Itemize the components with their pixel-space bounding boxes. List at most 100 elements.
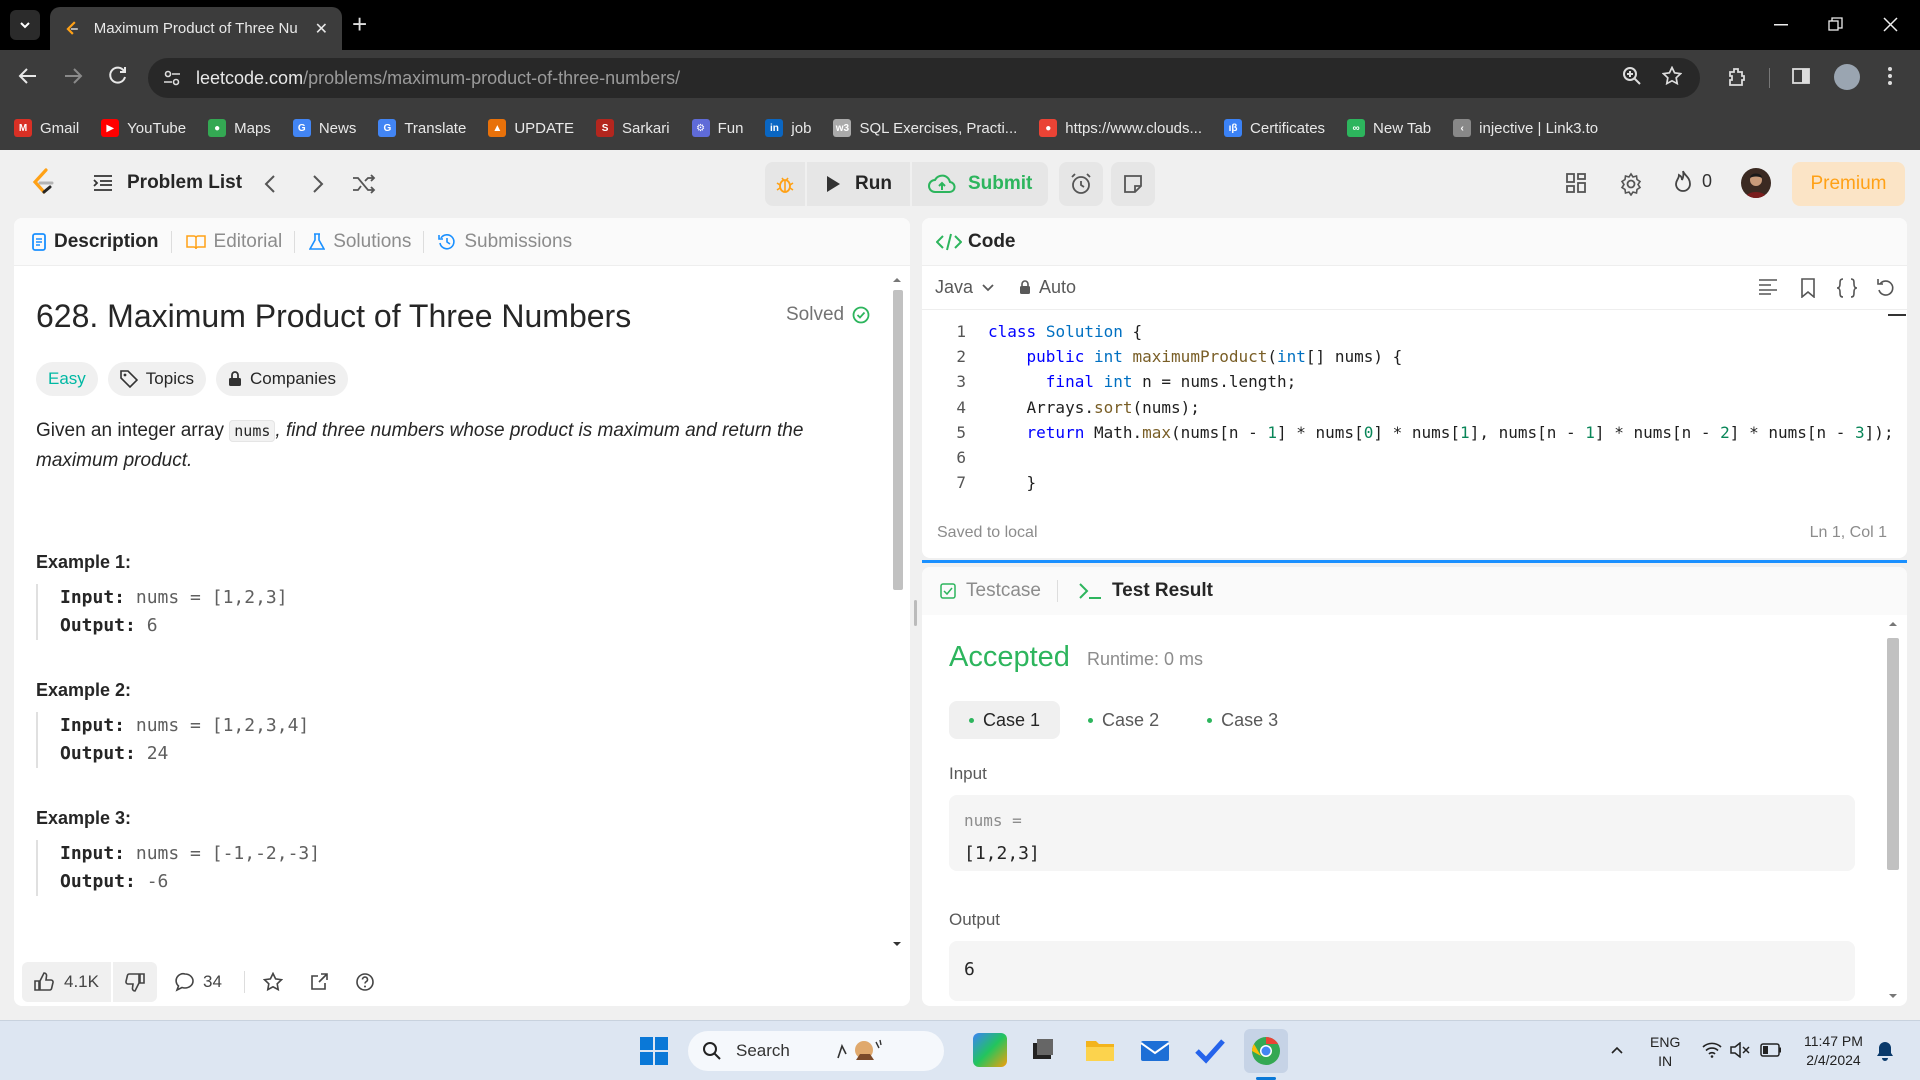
tab-solutions[interactable]: Solutions <box>309 230 425 253</box>
leetcode-logo-icon[interactable] <box>30 168 56 198</box>
bookmark-item[interactable]: w3 SQL Exercises, Practi... <box>833 119 1017 137</box>
bookmark-item[interactable]: ▲ UPDATE <box>488 119 574 137</box>
result-scroll-thumb[interactable] <box>1887 638 1899 870</box>
code-editor[interactable]: 1 class Solution {2 public int maximumPro… <box>922 322 1907 497</box>
tab-testcase[interactable]: Testcase <box>940 580 1058 602</box>
file-explorer-icon[interactable] <box>1083 1033 1117 1067</box>
copilot-app-icon[interactable] <box>973 1033 1007 1067</box>
youtube-icon: ▶ <box>101 119 120 137</box>
horizontal-resize-handle[interactable] <box>922 560 1907 563</box>
submit-button[interactable]: Submit <box>912 162 1048 206</box>
next-problem-icon[interactable] <box>312 174 324 194</box>
format-lines-icon[interactable] <box>1758 278 1778 296</box>
scroll-up-arrow-icon[interactable] <box>1886 620 1900 628</box>
tab-search-button[interactable] <box>10 10 40 40</box>
tab-submissions[interactable]: Submissions <box>438 231 584 253</box>
scroll-up-arrow-icon[interactable] <box>890 276 904 284</box>
help-button[interactable] <box>355 972 383 992</box>
extensions-icon[interactable] <box>1726 66 1748 88</box>
notes-button[interactable] <box>1111 162 1155 206</box>
taskbar-search-label: Search <box>736 1041 790 1060</box>
new-tab-button[interactable]: + <box>352 11 367 37</box>
companies-button[interactable]: Companies <box>215 362 348 396</box>
shuffle-icon[interactable] <box>352 174 376 194</box>
problem-list-button[interactable]: Problem List <box>93 172 242 194</box>
reload-icon[interactable] <box>108 66 128 86</box>
bookmark-item[interactable]: in job <box>765 119 811 137</box>
forward-icon[interactable] <box>63 66 83 86</box>
bookmark-item[interactable]: ‹ injective | Link3.to <box>1453 119 1598 137</box>
line-number: 5 <box>956 422 966 442</box>
scroll-down-arrow-icon[interactable] <box>1886 992 1900 1000</box>
bookmark-item[interactable]: ● https://www.clouds... <box>1039 119 1202 137</box>
language-select[interactable]: Java <box>935 277 995 298</box>
bookmark-star-icon[interactable] <box>1662 66 1682 86</box>
description-scrollbar[interactable] <box>890 276 904 956</box>
input-language[interactable]: ENG IN <box>1650 1033 1680 1071</box>
prev-problem-icon[interactable] <box>264 174 276 194</box>
case-3-tab[interactable]: Case 3 <box>1187 701 1298 739</box>
browser-tab[interactable]: Maximum Product of Three Nu ✕ <box>50 7 342 50</box>
debug-button[interactable] <box>765 162 807 206</box>
description-scroll-thumb[interactable] <box>893 290 903 590</box>
favorite-button[interactable] <box>262 972 291 992</box>
comments-button[interactable]: 34 <box>175 972 222 992</box>
dislike-button[interactable] <box>113 962 157 1002</box>
todo-icon[interactable] <box>1193 1033 1227 1067</box>
side-panel-icon[interactable] <box>1791 66 1811 86</box>
settings-gear-icon[interactable] <box>1619 172 1643 196</box>
case-2-tab[interactable]: Case 2 <box>1068 701 1179 739</box>
bookmark-item[interactable]: M Gmail <box>14 119 79 137</box>
bookmark-icon[interactable] <box>1800 278 1816 298</box>
notification-bell-icon[interactable] <box>1876 1041 1894 1061</box>
like-button[interactable]: 4.1K <box>22 962 113 1002</box>
bookmark-item[interactable]: ● Maps <box>208 119 271 137</box>
restore-icon[interactable] <box>1828 17 1843 32</box>
example-2-input: nums = [1,2,3,4] <box>135 715 310 736</box>
zoom-icon[interactable] <box>1622 66 1642 86</box>
vertical-resize-handle[interactable] <box>914 600 917 626</box>
reset-icon[interactable] <box>1876 278 1896 298</box>
bookmark-item[interactable]: ıβ Certificates <box>1224 119 1325 137</box>
share-button[interactable] <box>309 972 337 992</box>
chrome-app-active[interactable] <box>1244 1029 1288 1073</box>
streak-counter[interactable]: 0 <box>1674 170 1712 192</box>
topics-button[interactable]: Topics <box>107 362 206 396</box>
tab-editorial[interactable]: Editorial <box>185 230 296 253</box>
back-icon[interactable] <box>18 66 38 86</box>
windows-start-icon[interactable] <box>640 1037 668 1065</box>
timer-button[interactable] <box>1059 162 1103 206</box>
bookmark-item[interactable]: G Translate <box>378 119 466 137</box>
run-button[interactable]: Run <box>807 162 912 206</box>
wifi-icon[interactable] <box>1702 1042 1722 1058</box>
battery-icon[interactable] <box>1760 1043 1782 1057</box>
case-1-tab[interactable]: Case 1 <box>949 701 1061 739</box>
scroll-down-arrow-icon[interactable] <box>890 940 904 948</box>
auto-mode-toggle[interactable]: Auto <box>1019 277 1076 298</box>
tab-close-icon[interactable]: ✕ <box>315 19 328 39</box>
tab-test-result[interactable]: Test Result <box>1078 580 1213 602</box>
bookmark-item[interactable]: ∞ New Tab <box>1347 119 1431 137</box>
profile-avatar[interactable] <box>1834 64 1860 90</box>
user-avatar[interactable] <box>1741 168 1771 198</box>
taskbar-search[interactable]: Search <box>688 1031 944 1071</box>
close-window-icon[interactable] <box>1883 17 1898 32</box>
premium-button[interactable]: Premium <box>1792 162 1905 206</box>
volume-muted-icon[interactable] <box>1730 1042 1750 1058</box>
task-view-icon[interactable] <box>1026 1033 1060 1067</box>
bookmark-item[interactable]: ▶ YouTube <box>101 119 186 137</box>
menu-icon[interactable] <box>1887 66 1893 86</box>
bookmark-item[interactable]: S Sarkari <box>596 119 670 137</box>
mail-icon[interactable] <box>1138 1033 1172 1067</box>
site-info-icon[interactable] <box>162 68 182 88</box>
tab-description[interactable]: Description <box>32 230 172 253</box>
bookmark-item[interactable]: ⚙ Fun <box>691 119 743 137</box>
system-clock[interactable]: 11:47 PM 2/4/2024 <box>1804 1032 1863 1070</box>
curly-braces-icon[interactable] <box>1836 278 1858 298</box>
tray-chevron-up-icon[interactable] <box>1610 1045 1624 1055</box>
minimize-icon[interactable] <box>1774 24 1788 26</box>
address-bar[interactable]: leetcode.com/problems/maximum-product-of… <box>148 58 1700 98</box>
layout-grid-icon[interactable] <box>1565 172 1587 194</box>
bookmark-item[interactable]: G News <box>292 119 356 137</box>
result-scrollbar[interactable] <box>1886 620 1900 1006</box>
